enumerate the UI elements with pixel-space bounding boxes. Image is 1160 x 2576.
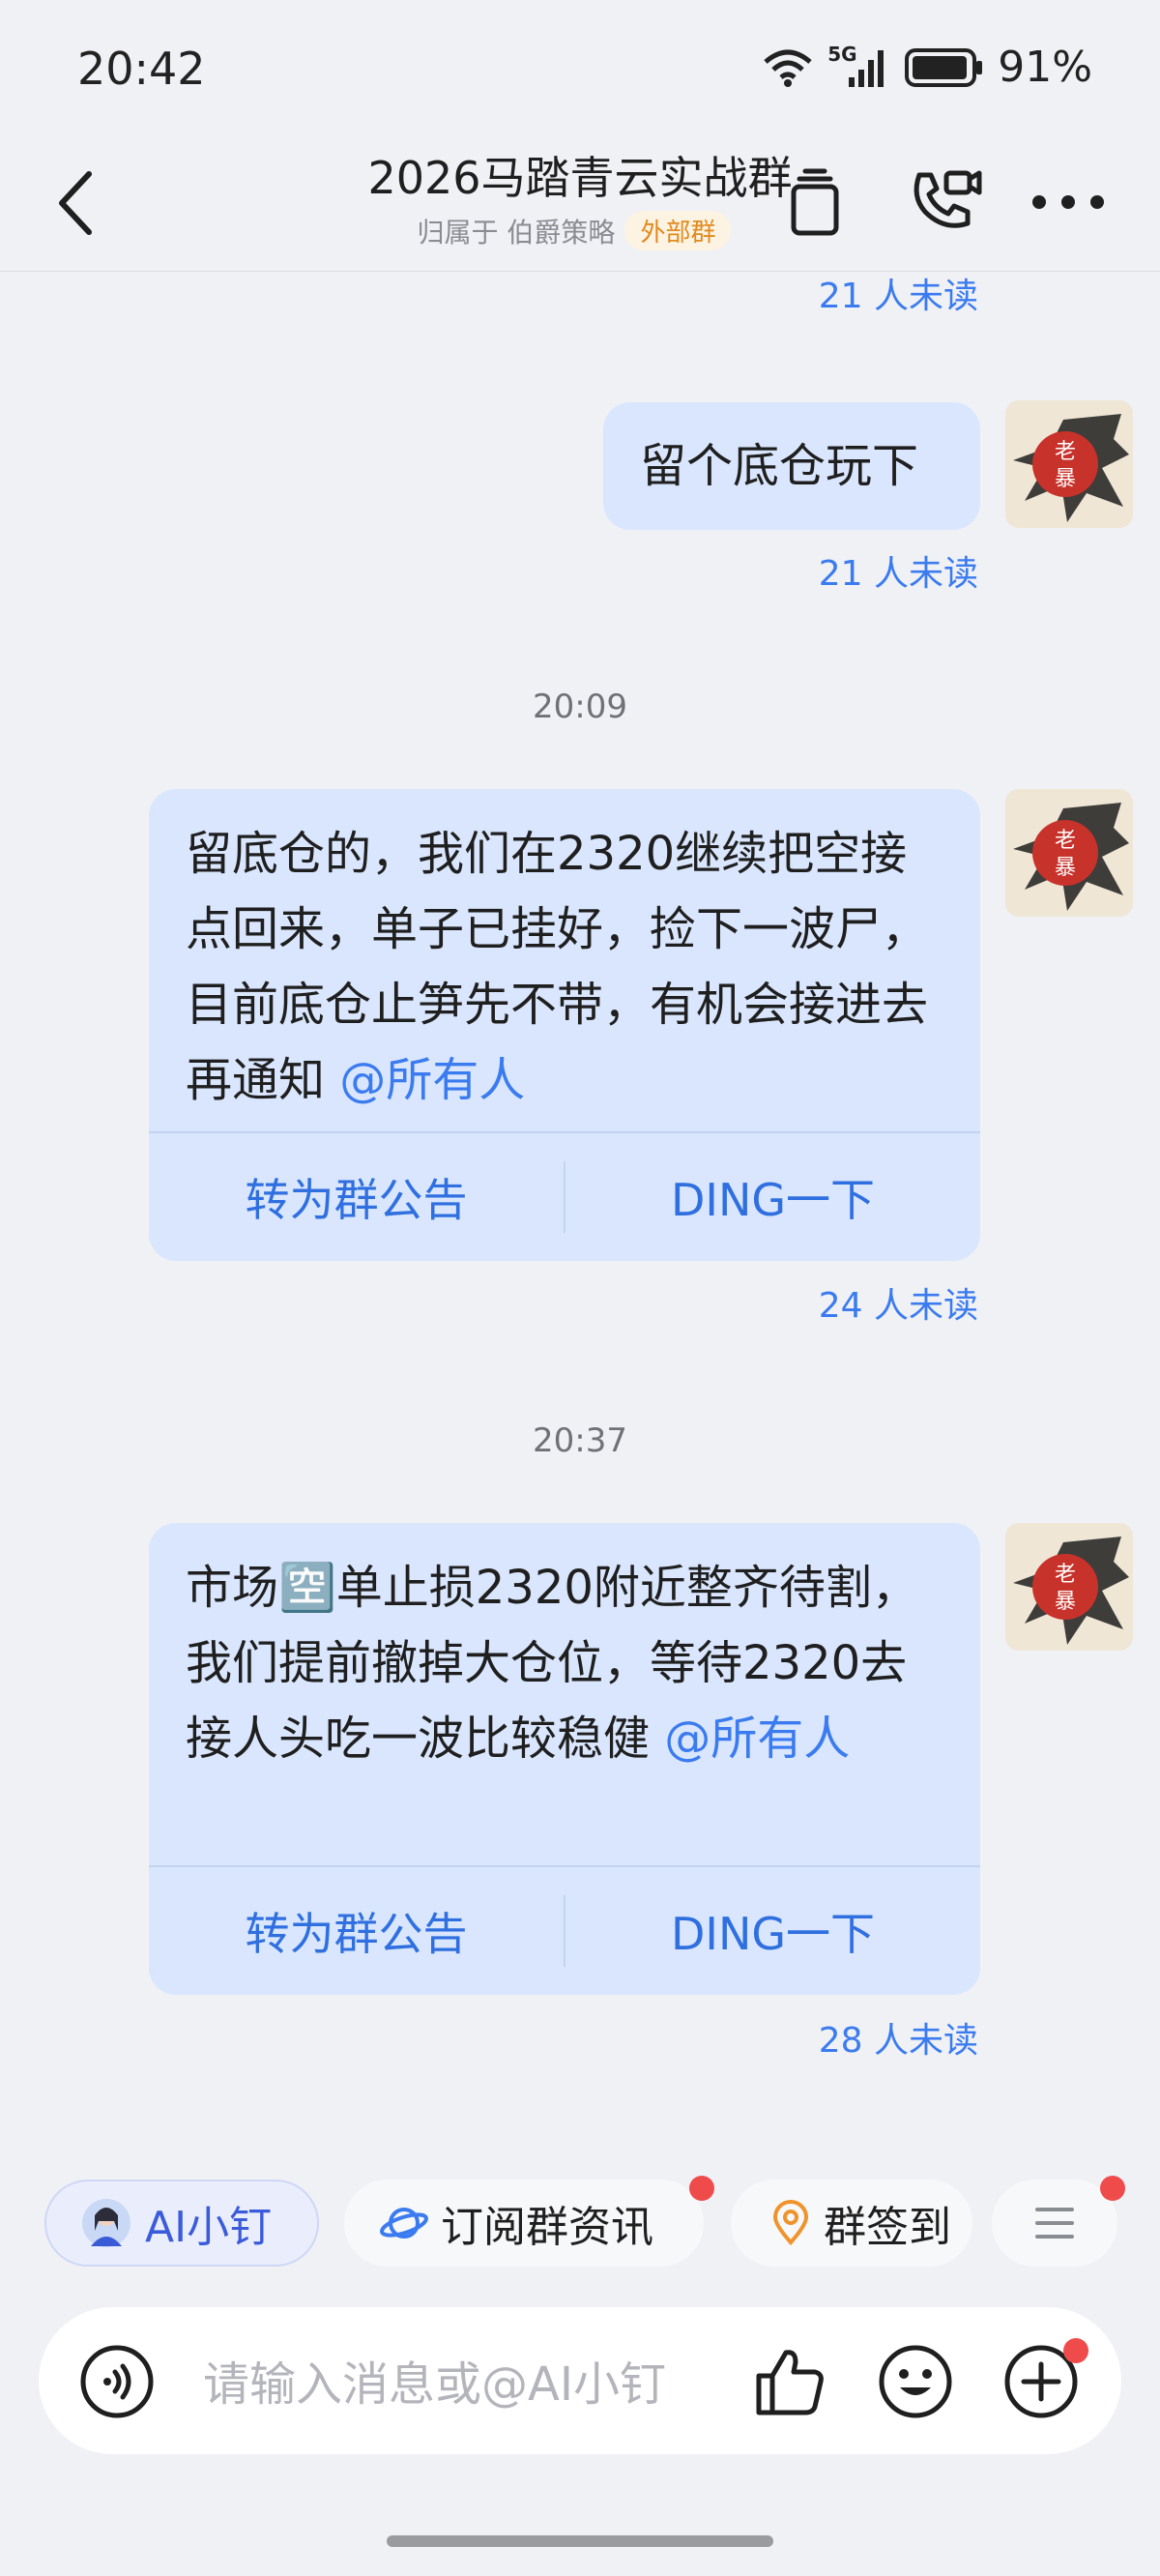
group-owner: 归属于 伯爵策略 [417, 216, 616, 249]
message-list[interactable]: 21 人未读 留个底仓玩下 老 暴 21 人未读 20:09 留底仓的，我们在2… [0, 272, 1160, 2157]
message-timestamp: 20:09 [533, 688, 627, 726]
mention-all[interactable]: @所有人 [664, 1712, 850, 1766]
emoji-button[interactable] [874, 2340, 957, 2423]
ding-button[interactable]: DING一下 [566, 1899, 980, 1963]
message-timestamp: 20:37 [533, 1421, 627, 1460]
home-indicator[interactable] [387, 2535, 773, 2547]
message-input-bar: 请输入消息或@AI小钉 [39, 2307, 1121, 2454]
call-button[interactable] [901, 159, 988, 246]
phone-video-icon [914, 170, 982, 228]
new-badge-dot [1100, 2176, 1125, 2201]
check-in-chip[interactable]: 群签到 [731, 2180, 972, 2267]
external-group-tag: 外部群 [624, 211, 732, 250]
more-actions-chip[interactable] [992, 2180, 1117, 2267]
check-in-chip-label: 群签到 [824, 2203, 951, 2252]
voice-icon [80, 2345, 154, 2418]
planet-icon [380, 2208, 428, 2239]
svg-text:老: 老 [1055, 829, 1076, 853]
avatar-logo-icon: 老 暴 [1005, 400, 1133, 528]
new-badge-dot [689, 2176, 714, 2201]
ai-assistant-chip[interactable]: AI小钉 [44, 2180, 319, 2267]
message-actions: 转为群公告 DING一下 [149, 1865, 980, 1995]
svg-text:暴: 暴 [1055, 1590, 1076, 1614]
cards-icon [791, 168, 839, 236]
emoji-icon [879, 2345, 952, 2418]
battery-icon [905, 47, 983, 87]
message-actions: 转为群公告 DING一下 [149, 1131, 980, 1261]
status-bar: 20:42 5G 91% [0, 0, 1160, 135]
more-icon [1032, 195, 1104, 209]
message-bubble[interactable]: 留底仓的，我们在2320继续把空接点回来，单子已挂好，捡下一波尸，目前底仓止笋先… [149, 789, 980, 1261]
status-icons: 5G 91% [762, 43, 1092, 92]
sender-avatar[interactable]: 老 暴 [1005, 400, 1133, 528]
svg-text:暴: 暴 [1055, 856, 1076, 880]
message-bubble[interactable]: 市场🈳单止损2320附近整齐待割，我们提前撤掉大仓位，等待2320去接人头吃一波… [149, 1523, 980, 1995]
convert-announcement-button[interactable]: 转为群公告 [149, 1165, 564, 1229]
unread-count[interactable]: 24 人未读 [819, 1277, 978, 1328]
copy-button[interactable] [771, 159, 858, 246]
ding-button[interactable]: DING一下 [566, 1165, 980, 1229]
menu-icon [1035, 2208, 1074, 2239]
unread-count[interactable]: 21 人未读 [819, 272, 978, 318]
unread-count[interactable]: 28 人未读 [819, 2012, 978, 2063]
thumbs-up-icon [756, 2350, 824, 2415]
more-button[interactable] [1025, 159, 1112, 246]
like-button[interactable] [748, 2340, 831, 2423]
sender-avatar[interactable]: 老 暴 [1005, 789, 1133, 917]
unread-count[interactable]: 21 人未读 [819, 545, 978, 596]
status-time: 20:42 [77, 43, 206, 95]
mention-all[interactable]: @所有人 [339, 1053, 525, 1107]
subscribe-news-chip[interactable]: 订阅群资讯 [344, 2180, 704, 2267]
wifi-icon [764, 49, 812, 87]
chat-header: 2026马踏青云实战群 归属于 伯爵策略 外部群 [0, 135, 1160, 272]
ai-avatar-icon [82, 2199, 130, 2247]
avatar-label: 老 [1055, 440, 1076, 464]
message-text: 留个底仓玩下 [640, 439, 919, 493]
message-text: 市场🈳单止损2320附近整齐待割，我们提前撤掉大仓位，等待2320去接人头吃一波… [186, 1561, 918, 1766]
battery-percent: 91% [998, 43, 1092, 92]
new-badge-dot [1063, 2338, 1088, 2363]
location-pin-icon [772, 2200, 809, 2246]
svg-text:老: 老 [1055, 1563, 1076, 1587]
message-text: 留底仓的，我们在2320继续把空接点回来，单子已挂好，捡下一波尸，目前底仓止笋先… [186, 827, 929, 1107]
message-bubble[interactable]: 留个底仓玩下 [603, 402, 980, 530]
ai-chip-label: AI小钉 [145, 2203, 273, 2252]
convert-announcement-button[interactable]: 转为群公告 [149, 1899, 564, 1963]
message-input[interactable]: 请输入消息或@AI小钉 [203, 2346, 666, 2414]
sender-avatar[interactable]: 老 暴 [1005, 1523, 1133, 1651]
avatar-logo-icon: 老 暴 [1005, 1523, 1133, 1651]
voice-button[interactable] [75, 2340, 159, 2423]
quick-action-bar: AI小钉 订阅群资讯 群签到 [0, 2176, 1160, 2269]
signal-icon: 5G [827, 43, 891, 89]
svg-text:暴: 暴 [1055, 467, 1076, 491]
avatar-logo-icon: 老 暴 [1005, 789, 1133, 917]
subscribe-chip-label: 订阅群资讯 [441, 2203, 653, 2252]
